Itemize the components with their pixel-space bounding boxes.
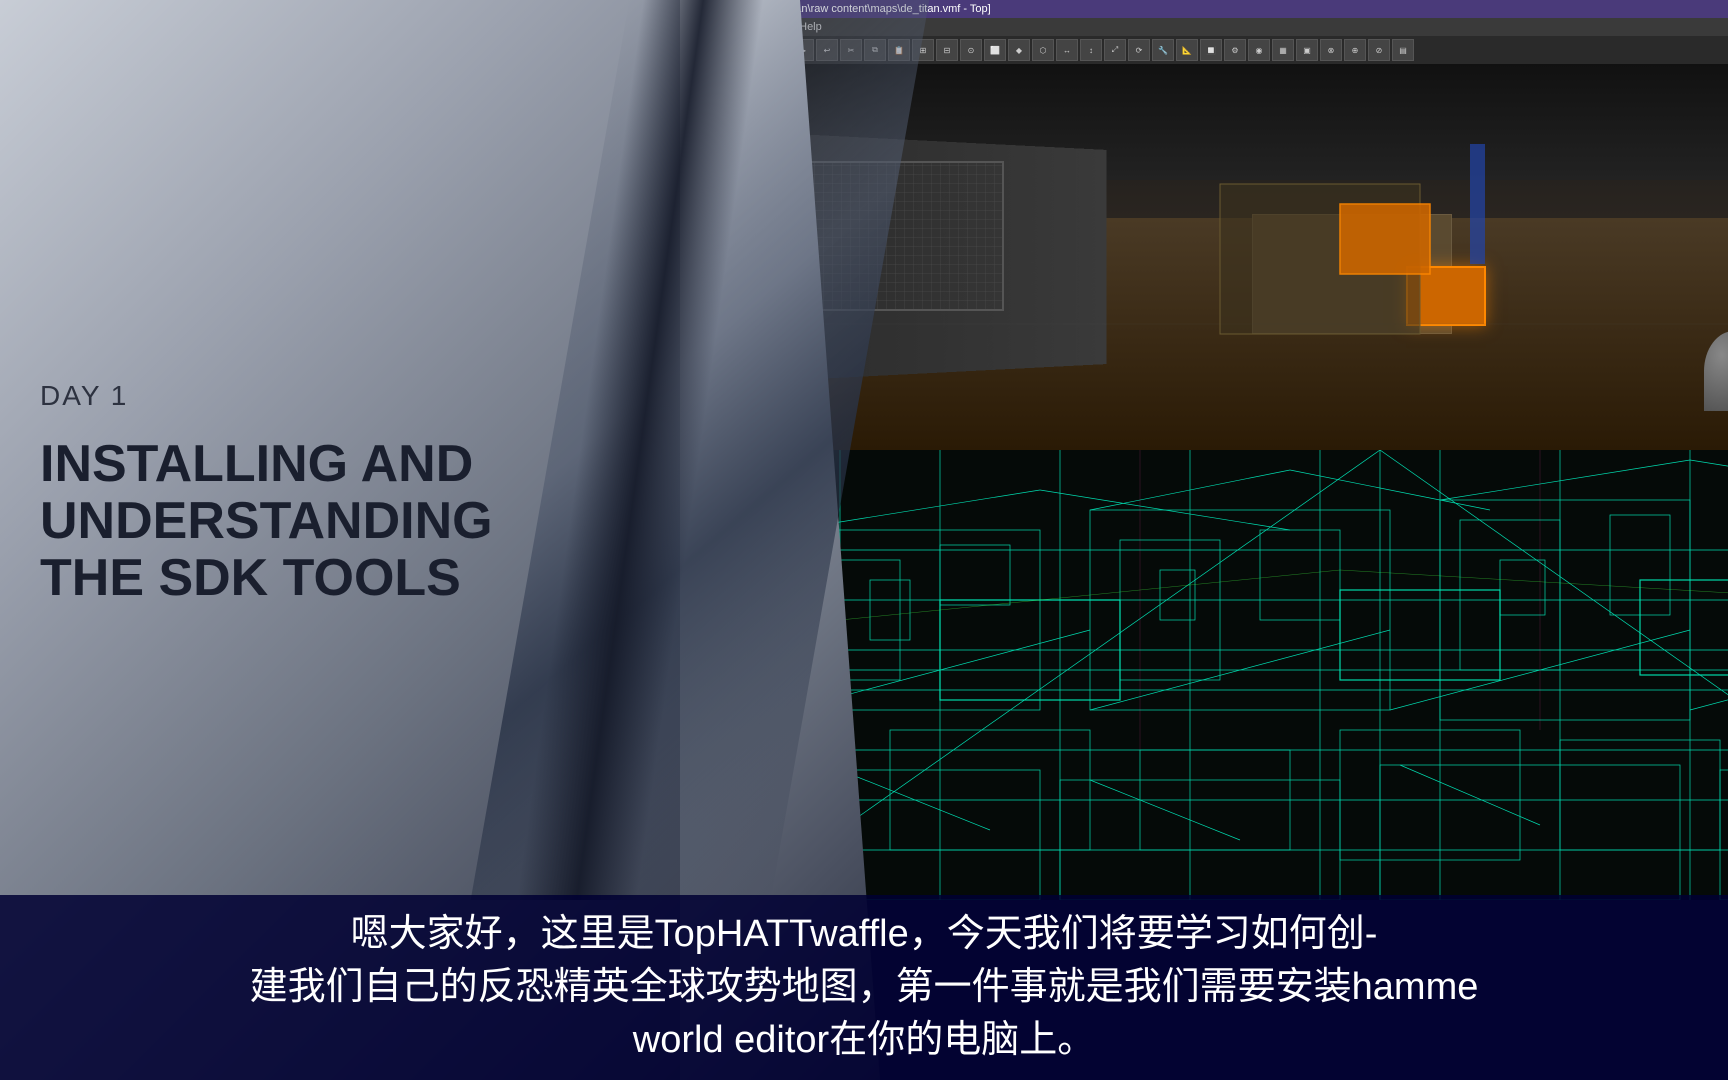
toolbar-btn-5[interactable]: ✂ xyxy=(840,39,862,61)
toolbar-btn-13[interactable]: ⬡ xyxy=(1032,39,1054,61)
toolbar-btn-17[interactable]: ⟳ xyxy=(1128,39,1150,61)
toolbar-btn-11[interactable]: ⬜ xyxy=(984,39,1006,61)
day-label: DAY 1 xyxy=(40,380,493,412)
menu-help[interactable]: Help xyxy=(799,21,822,33)
toolbar-btn-6[interactable]: ⧉ xyxy=(864,39,886,61)
wireframe-svg xyxy=(740,450,1728,900)
toolbar-btn-14[interactable]: ↔ xyxy=(1056,39,1078,61)
toolbar-btn-12[interactable]: ◆ xyxy=(1008,39,1030,61)
toolbar-btn-8[interactable]: ⊞ xyxy=(912,39,934,61)
toolbar-btn-20[interactable]: 🔲 xyxy=(1200,39,1222,61)
subtitles-bar: 嗯大家好，这里是TopHATTwaffle，今天我们将要学习如何创- 建我们自己… xyxy=(0,895,1728,1080)
toolbar-btn-10[interactable]: ⊙ xyxy=(960,39,982,61)
toolbar-btn-16[interactable]: ⤢ xyxy=(1104,39,1126,61)
scene-metal-fence xyxy=(804,161,1004,311)
subtitle-line2: 建我们自己的反恐精英全球攻势地图，第一件事就是我们需要安装hamme xyxy=(250,961,1479,1014)
hammer-titlebar: ...tions\Titan\raw content\maps\de_titan… xyxy=(740,0,1728,18)
wireframe-bg xyxy=(740,450,1728,900)
toolbar-btn-22[interactable]: ◉ xyxy=(1248,39,1270,61)
screenshot-top: ...tions\Titan\raw content\maps\de_titan… xyxy=(740,0,1728,450)
slide-title-line2: UNDERSTANDING xyxy=(40,493,493,550)
toolbar-btn-19[interactable]: 📐 xyxy=(1176,39,1198,61)
scene-orange-box xyxy=(1406,266,1486,326)
slide-title: INSTALLING AND UNDERSTANDING THE SDK TOO… xyxy=(40,436,493,608)
toolbar-btn-21[interactable]: ⚙ xyxy=(1224,39,1246,61)
subtitle-line1: 嗯大家好，这里是TopHATTwaffle，今天我们将要学习如何创- xyxy=(250,908,1479,961)
toolbar-btn-27[interactable]: ⊘ xyxy=(1368,39,1390,61)
subtitle-line3: world editor在你的电脑上。 xyxy=(250,1014,1479,1067)
toolbar-btn-24[interactable]: ▣ xyxy=(1296,39,1318,61)
slide-content: DAY 1 INSTALLING AND UNDERSTANDING THE S… xyxy=(40,380,493,608)
toolbar-btn-7[interactable]: 📋 xyxy=(888,39,910,61)
slide-title-line1: INSTALLING AND xyxy=(40,436,493,493)
toolbar-btn-15[interactable]: ↕ xyxy=(1080,39,1102,61)
toolbar-btn-23[interactable]: ▦ xyxy=(1272,39,1294,61)
root: DAY 1 INSTALLING AND UNDERSTANDING THE S… xyxy=(0,0,1728,1080)
toolbar-btn-18[interactable]: 🔧 xyxy=(1152,39,1174,61)
slide-title-line3: THE SDK TOOLS xyxy=(40,550,493,607)
toolbar-btn-25[interactable]: ⊗ xyxy=(1320,39,1342,61)
toolbar-btn-28[interactable]: ▤ xyxy=(1392,39,1414,61)
toolbar-btn-9[interactable]: ⊟ xyxy=(936,39,958,61)
hammer-toolbar: ⬛ ◀ ▶ ↩ ✂ ⧉ 📋 ⊞ ⊟ ⊙ ⬜ ◆ ⬡ ↔ ↕ ⤢ ⟳ 🔧 📐 🔲 xyxy=(740,36,1728,64)
toolbar-btn-26[interactable]: ⊕ xyxy=(1344,39,1366,61)
toolbar-btn-4[interactable]: ↩ xyxy=(816,39,838,61)
subtitle-text: 嗯大家好，这里是TopHATTwaffle，今天我们将要学习如何创- 建我们自己… xyxy=(230,908,1499,1068)
viewport-3d xyxy=(740,64,1728,450)
screenshot-bottom xyxy=(740,450,1728,900)
hammer-menubar: Window Help xyxy=(740,18,1728,36)
